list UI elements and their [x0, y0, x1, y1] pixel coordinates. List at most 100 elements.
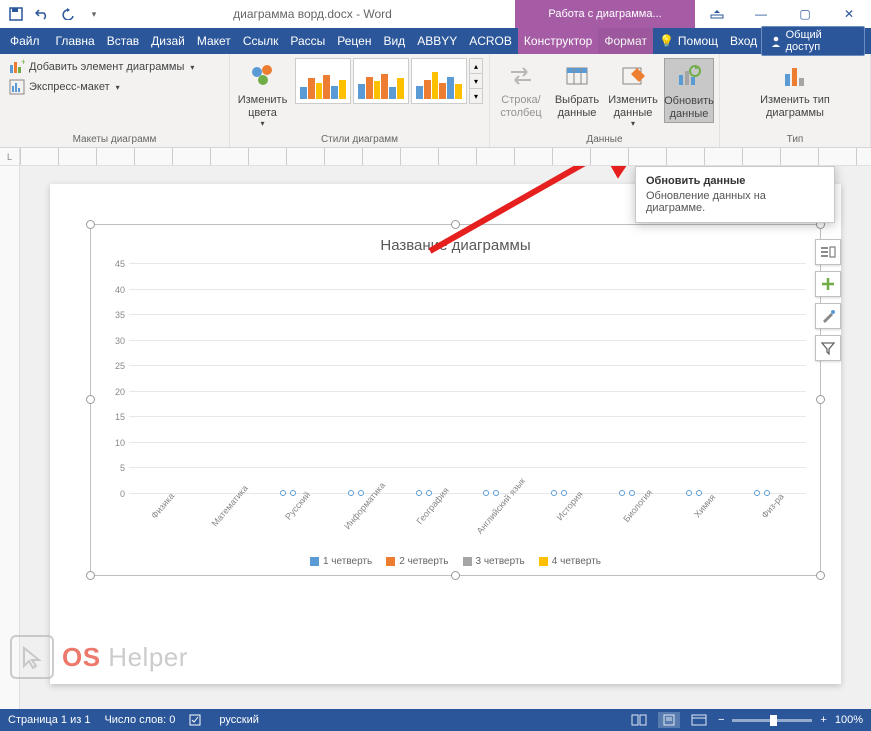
vertical-ruler — [0, 166, 20, 709]
gallery-down-icon[interactable]: ▾ — [470, 73, 482, 88]
y-tick: 10 — [115, 438, 125, 448]
edit-data-button[interactable]: Изменить данные▾ — [608, 58, 658, 130]
plus-icon[interactable] — [815, 271, 841, 297]
y-tick: 30 — [115, 336, 125, 346]
tab-рассы[interactable]: Рассы — [284, 28, 331, 54]
tab-рецен[interactable]: Рецен — [331, 28, 377, 54]
tab-file[interactable]: Файл — [0, 28, 50, 54]
chart-type-icon — [779, 60, 811, 92]
document-viewport[interactable]: Название диаграммы 051015202530354045 Фи… — [20, 166, 871, 709]
ribbon-options-icon[interactable] — [695, 0, 739, 28]
legend-item[interactable]: 3 четверть — [463, 556, 525, 567]
ribbon-tabs: Файл ГлавнаВставДизайМакетСсылкРассыРеце… — [0, 28, 871, 54]
close-button[interactable]: ✕ — [827, 0, 871, 28]
gallery-more-icon[interactable]: ▾ — [470, 88, 482, 103]
gallery-up-icon[interactable]: ▴ — [470, 59, 482, 73]
legend-item[interactable]: 4 четверть — [539, 556, 601, 567]
y-tick: 40 — [115, 285, 125, 295]
legend-label: 1 четверть — [323, 556, 372, 567]
lightbulb-icon: 💡 — [659, 34, 674, 48]
chart-legend[interactable]: 1 четверть 2 четверть 3 четверть 4 четверть — [99, 556, 812, 567]
tooltip-title: Обновить данные — [646, 175, 824, 187]
select-data-label: Выбрать данные — [555, 94, 599, 119]
refresh-data-button[interactable]: Обновить данные — [664, 58, 714, 123]
style-thumb[interactable] — [411, 58, 467, 104]
login-link[interactable]: Вход — [730, 34, 757, 48]
style-thumb[interactable] — [295, 58, 351, 104]
group-label-type: Тип — [720, 134, 870, 145]
filter-icon[interactable] — [815, 335, 841, 361]
y-tick: 45 — [115, 259, 125, 269]
y-tick: 25 — [115, 361, 125, 371]
refresh-icon — [673, 61, 705, 93]
legend-item[interactable]: 1 четверть — [310, 556, 372, 567]
zoom-in-button[interactable]: + — [820, 714, 826, 726]
chart-styles-gallery[interactable]: ▴ ▾ ▾ — [295, 58, 483, 104]
maximize-button[interactable]: ▢ — [783, 0, 827, 28]
quick-layout-label: Экспресс-макет — [29, 81, 110, 93]
read-mode-icon[interactable] — [628, 712, 650, 728]
y-tick: 20 — [115, 387, 125, 397]
save-icon[interactable] — [8, 6, 24, 22]
redo-icon[interactable] — [60, 6, 76, 22]
add-chart-element-button[interactable]: + Добавить элемент диаграммы▾ — [6, 58, 197, 76]
chart-bars[interactable] — [129, 264, 806, 494]
chart-plot-area[interactable]: 051015202530354045 — [129, 264, 806, 494]
change-colors-button[interactable]: Изменить цвета▾ — [236, 58, 289, 130]
undo-icon[interactable] — [34, 6, 50, 22]
layout-options-icon[interactable] — [815, 239, 841, 265]
qat-dropdown-icon[interactable]: ▾ — [86, 6, 102, 22]
print-layout-icon[interactable] — [658, 712, 680, 728]
chart-object[interactable]: Название диаграммы 051015202530354045 Фи… — [90, 224, 821, 576]
tab-встав[interactable]: Встав — [101, 28, 145, 54]
edit-data-icon — [617, 60, 649, 92]
zoom-out-button[interactable]: − — [718, 714, 724, 726]
tab-acrob[interactable]: ACROB — [463, 28, 518, 54]
quick-access-toolbar: ▾ — [0, 6, 110, 22]
page-count[interactable]: Страница 1 из 1 — [8, 714, 90, 726]
chart-side-buttons — [815, 239, 841, 361]
tab-дизай[interactable]: Дизай — [145, 28, 191, 54]
tab-ссылк[interactable]: Ссылк — [237, 28, 285, 54]
tell-me[interactable]: Помощ — [678, 34, 718, 48]
tab-макет[interactable]: Макет — [191, 28, 237, 54]
title-bar: ▾ диаграмма ворд.docx - Word Работа с ди… — [0, 0, 871, 28]
chart-title[interactable]: Название диаграммы — [99, 237, 812, 254]
tab-вид[interactable]: Вид — [377, 28, 411, 54]
edit-data-label: Изменить данные — [608, 94, 658, 119]
person-icon — [770, 35, 781, 47]
add-chart-element-label: Добавить элемент диаграммы — [29, 61, 184, 73]
minimize-button[interactable]: — — [739, 0, 783, 28]
change-chart-type-label: Изменить тип диаграммы — [760, 94, 830, 119]
brush-icon[interactable] — [815, 303, 841, 329]
share-button[interactable]: Общий доступ — [761, 26, 865, 56]
swap-icon — [505, 60, 537, 92]
spellcheck-icon[interactable] — [189, 714, 205, 726]
y-tick: 5 — [120, 463, 125, 473]
zoom-slider[interactable] — [732, 719, 812, 722]
tooltip: Обновить данные Обновление данных на диа… — [635, 166, 835, 223]
group-label-styles: Стили диаграмм — [230, 134, 489, 145]
tab-главна[interactable]: Главна — [50, 28, 101, 54]
tab-format[interactable]: Формат — [598, 28, 653, 54]
add-element-icon: + — [9, 59, 25, 75]
legend-item[interactable]: 2 четверть — [386, 556, 448, 567]
select-data-button[interactable]: Выбрать данные — [552, 58, 602, 121]
style-thumb[interactable] — [353, 58, 409, 104]
switch-row-column-button[interactable]: Строка/ столбец — [496, 58, 546, 121]
change-chart-type-button[interactable]: Изменить тип диаграммы — [756, 58, 834, 121]
word-count[interactable]: Число слов: 0 — [104, 714, 175, 726]
zoom-level[interactable]: 100% — [835, 714, 863, 726]
tab-abbyy[interactable]: ABBYY — [411, 28, 463, 54]
language-status[interactable]: русский — [219, 714, 258, 726]
y-tick: 0 — [120, 489, 125, 499]
group-label-data: Данные — [490, 134, 719, 145]
palette-icon — [247, 60, 279, 92]
ribbon: + Добавить элемент диаграммы▾ Экспресс-м… — [0, 54, 871, 148]
web-layout-icon[interactable] — [688, 712, 710, 728]
refresh-data-label: Обновить данные — [664, 95, 714, 120]
y-tick: 15 — [115, 412, 125, 422]
work-area: Название диаграммы 051015202530354045 Фи… — [0, 166, 871, 709]
quick-layout-button[interactable]: Экспресс-макет▾ — [6, 78, 197, 96]
tab-constructor[interactable]: Конструктор — [518, 28, 598, 54]
